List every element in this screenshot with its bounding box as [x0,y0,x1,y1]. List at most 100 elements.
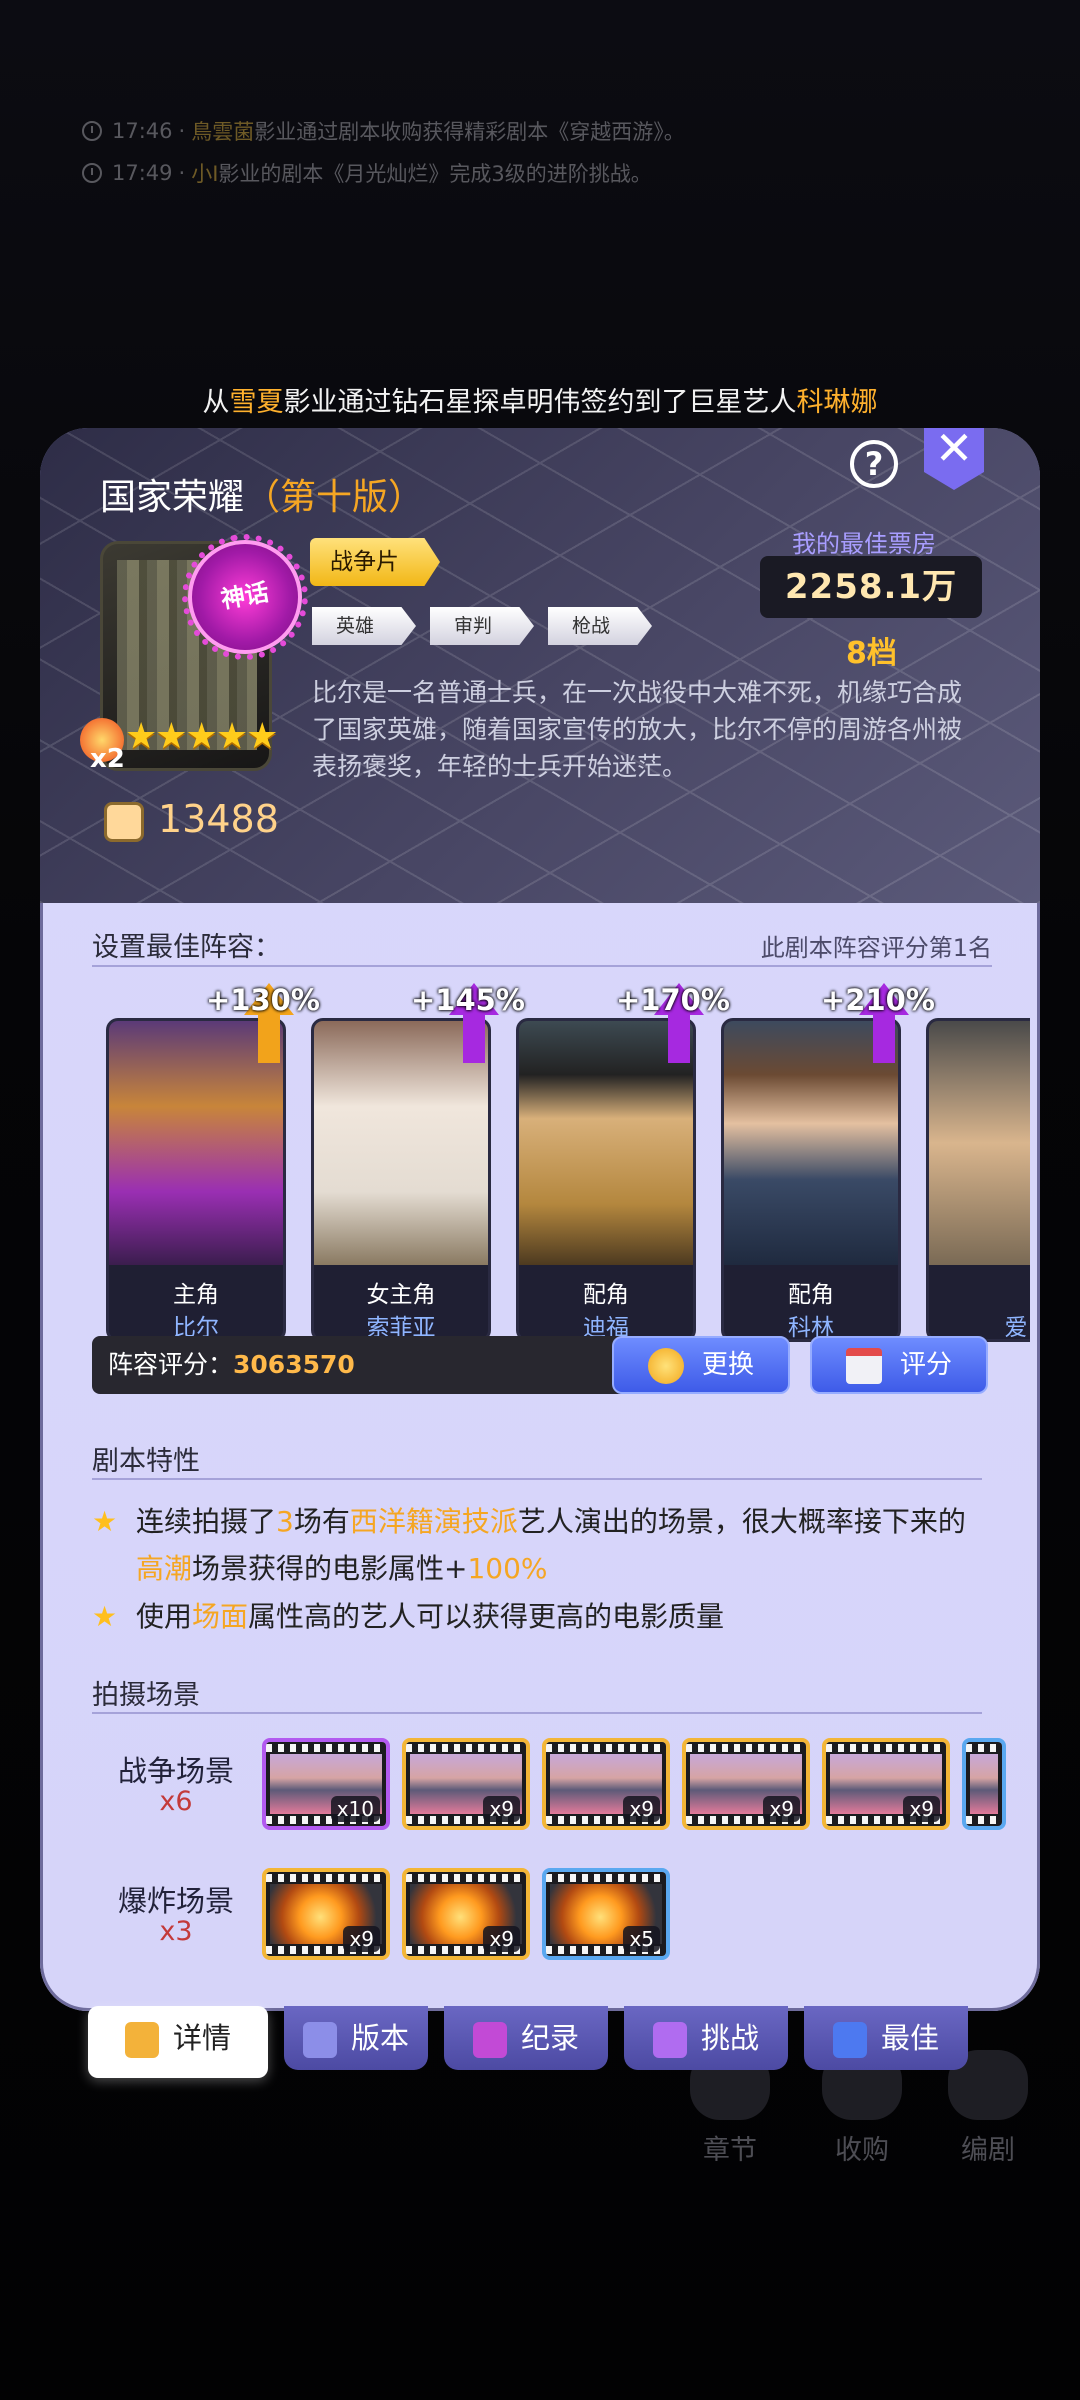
script-description: 比尔是一名普通士兵，在一次战役中大难不死，机缘巧合成了国家英雄，随着国家宣传的放… [312,678,963,781]
bg-nav-label: 编剧 [961,2135,1015,2166]
lineup-score-bar: 阵容评分：3063570 [92,1336,628,1394]
scene-thumbnail[interactable]: x5 [542,1868,670,1960]
genre-tag: 战争片 [310,538,440,586]
ticker-text: 影业通过剧本收购获得精彩剧本《穿越西游》。 [254,120,685,144]
badge-label: 神话 [218,578,271,614]
star-icon: ★ [92,1600,118,1633]
scene-thumbnail[interactable]: x9 [822,1738,950,1830]
bg-nav-label: 收购 [835,2135,889,2166]
tab-label: 详情 [172,2021,231,2055]
tab-icon [472,2022,507,2058]
cast-list[interactable]: 主角 比尔 +130% 女主角 索菲亚 +145% 配角 迪福 +170% 配角 科林 +210% 爱 [102,983,1030,1361]
cast-bonus: +145% [411,983,525,1017]
clock-icon [82,121,102,141]
feature-text: 使用场面属性高的艺人可以获得更高的电影质量 [92,1593,992,1640]
bottom-tab-bar[interactable]: 详情 版本 纪录 挑战 最佳 [88,2006,1018,2078]
tab-icon [832,2022,867,2058]
tab-icon [652,2022,687,2058]
clock-icon [82,163,102,183]
divider [92,965,992,967]
feature-highlight: 高潮 [136,1552,193,1585]
broadcast-text: 影业通过钻石星探卓明伟签约到了巨星艺人 [283,387,797,418]
scene-quality: x9 [483,1796,520,1822]
scene-label: 爆炸场景 [117,1884,234,1918]
cast-card[interactable]: 配角 迪福 [516,1018,696,1342]
cast-bonus: +170% [616,983,730,1017]
feature-text-part: 场有 [293,1505,350,1538]
replace-button[interactable]: 更换 [612,1336,790,1394]
cast-bonus: +130% [206,983,320,1017]
tab-4[interactable]: 最佳 [804,2006,968,2070]
feature-text-part: 场景获得的电影属性+ [192,1552,468,1585]
feature-highlight: 西洋籍演技派 [349,1505,518,1538]
broadcast-name: 雪夏 [229,387,284,418]
read-count: 13488 [158,797,279,841]
scene-thumbnail[interactable]: x9 [542,1738,670,1830]
lineup-rank: 此剧本阵容评分第1名 [760,934,992,962]
news-ticker: 17:46 · 鳥雲菌 影业通过剧本收购获得精彩剧本《穿越西游》。 17:49 … [70,110,1010,194]
cast-card[interactable]: 女主角 索菲亚 [311,1018,491,1342]
scene-thumbnail[interactable]: x9 [262,1868,390,1960]
tab-1[interactable]: 版本 [284,2006,428,2070]
tab-label: 版本 [350,2021,409,2055]
tab-label: 纪录 [520,2021,579,2055]
lineup-title: 设置最佳阵容： [92,932,281,963]
script-detail-panel: 国家荣耀（第十版） ? ✕ 神话 x2 ★★★★★ 战争片 英雄 审判 枪战 我… [40,428,1040,2011]
cast-bonus: +210% [821,983,935,1017]
feature-text: 连续拍摄了3场有西洋籍演技派艺人演出的场景，很大概率接下来的高潮场景获得的电影属… [92,1498,992,1592]
cast-card[interactable]: 配角 科林 [721,1018,901,1342]
scene-quality: x9 [343,1926,380,1952]
ticker-time: 17:46 [112,119,173,143]
ticker-sep: · [178,161,186,185]
rate-button[interactable]: 评分 [810,1336,988,1394]
cast-role: 女主角 [366,1282,436,1308]
cast-card[interactable]: 爱 [926,1018,1030,1342]
scene-thumbnail[interactable]: x9 [402,1738,530,1830]
lineup-score-value: 3063570 [233,1350,355,1379]
scene-quality: x9 [483,1926,520,1952]
feature-highlight: 100% [467,1552,548,1585]
broadcast-banner: 从雪夏影业通过钻石星探卓明伟签约到了巨星艺人科琳娜 [0,380,1080,419]
scene-thumbnail[interactable] [962,1738,1006,1830]
theme-tag: 审判 [430,607,534,645]
scene-thumbnail[interactable]: x9 [682,1738,810,1830]
tab-2[interactable]: 纪录 [444,2006,608,2070]
best-box-office-value: 2258.1万 [760,556,982,618]
scene-count: x3 [159,1916,193,1947]
tab-icon [302,2022,337,2058]
tab-label: 最佳 [880,2021,939,2055]
scene-thumbnail[interactable]: x9 [402,1868,530,1960]
script-version: （第十版） [244,477,425,518]
ticker-row: 17:46 · 鳥雲菌 影业通过剧本收购获得精彩剧本《穿越西游》。 [70,110,1010,152]
scene-label: 战争场景 [117,1754,234,1788]
help-button[interactable]: ? [850,440,898,488]
actor-portrait [519,1021,693,1265]
actor-portrait [109,1021,283,1265]
scene-image [970,1754,998,1814]
lineup-score-label: 阵容评分： [108,1350,234,1379]
best-box-office-label: 我的最佳票房 [792,530,936,558]
divider [92,1478,982,1480]
scene-quality: x9 [903,1796,940,1822]
scene-quality: x9 [623,1796,660,1822]
cast-card[interactable]: 主角 比尔 [106,1018,286,1342]
feature-text-part: 艺人演出的场景，很大概率接下来的 [517,1505,966,1538]
tab-0[interactable]: 详情 [88,2006,268,2078]
ticker-row: 17:49 · 小I 影业的剧本《月光灿烂》完成3级的进阶挑战。 [70,152,1010,194]
feature-highlight: 3 [276,1505,294,1538]
refresh-icon [647,1347,684,1384]
tab-3[interactable]: 挑战 [624,2006,788,2070]
script-title: 国家荣耀（第十版） [100,468,424,520]
calendar-icon [845,1347,882,1384]
feature-text-part: 属性高的艺人可以获得更高的电影质量 [248,1600,725,1633]
scene-thumbnail[interactable]: x10 [262,1738,390,1830]
actor-portrait [724,1021,898,1265]
replace-label: 更换 [701,1350,754,1380]
feature-item: ★ 连续拍摄了3场有西洋籍演技派艺人演出的场景，很大概率接下来的高潮场景获得的电… [92,1498,992,1592]
bg-nav-label: 章节 [703,2135,757,2166]
broadcast-text: 从 [202,387,230,418]
theme-tag: 枪战 [548,607,652,645]
tab-label: 挑战 [700,2021,759,2055]
divider [92,1712,982,1714]
scenes-title: 拍摄场景 [92,1680,200,1711]
